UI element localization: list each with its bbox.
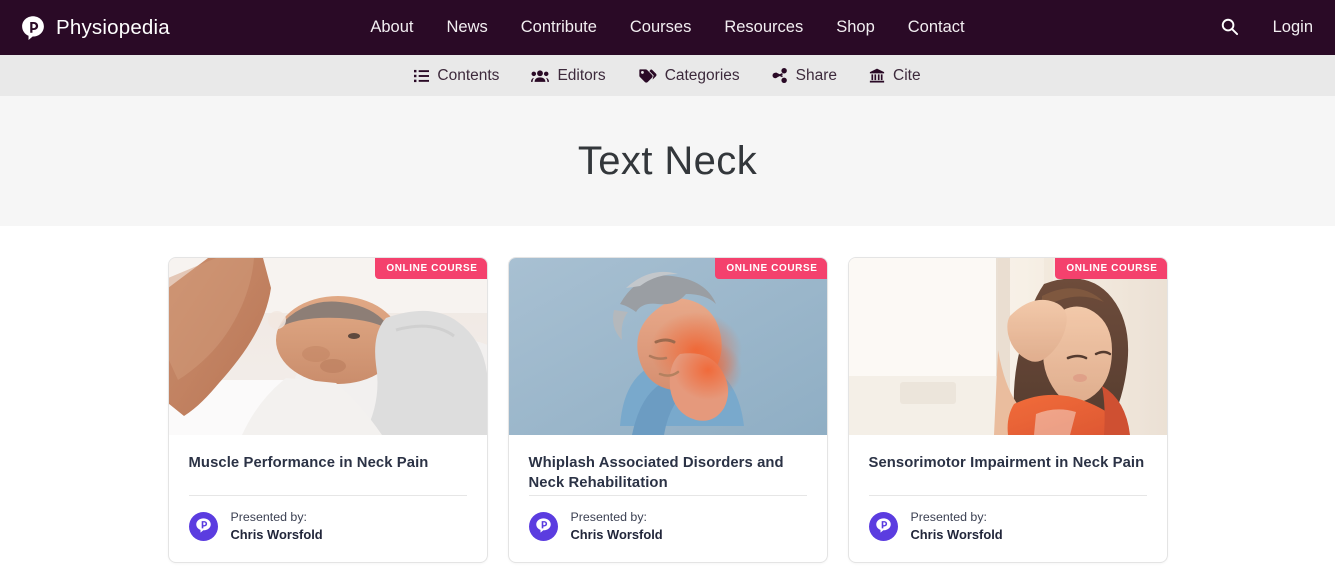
presented-by-label: Presented by: bbox=[570, 510, 647, 525]
course-cards-region: ONLINE COURSE Muscle Performance in Neck… bbox=[0, 226, 1335, 572]
login-link[interactable]: Login bbox=[1273, 18, 1313, 37]
hero-section: Text Neck bbox=[0, 96, 1335, 226]
course-card-image: ONLINE COURSE bbox=[848, 258, 1167, 435]
nav-item-resources[interactable]: Resources bbox=[724, 18, 803, 37]
presenter-text: Presented by: Chris Worsfold bbox=[911, 509, 1003, 544]
sub-nav-label-share: Share bbox=[795, 66, 838, 84]
brand-name: Physiopedia bbox=[56, 15, 170, 39]
course-card-image: ONLINE COURSE bbox=[508, 258, 827, 435]
presenter-name: Chris Worsfold bbox=[230, 527, 323, 543]
course-card-title: Sensorimotor Impairment in Neck Pain bbox=[868, 455, 1145, 471]
sub-nav-item-share[interactable]: Share bbox=[772, 67, 837, 85]
presenter-text: Presented by: Chris Worsfold bbox=[571, 509, 663, 544]
search-icon bbox=[1220, 17, 1239, 39]
course-card-body: Muscle Performance in Neck Pain Presente… bbox=[169, 435, 487, 562]
list-icon bbox=[414, 69, 430, 83]
search-button[interactable] bbox=[1220, 17, 1239, 39]
online-course-badge: ONLINE COURSE bbox=[715, 258, 827, 279]
sub-nav-item-editors[interactable]: Editors bbox=[531, 66, 606, 85]
course-card[interactable]: ONLINE COURSE Muscle Performance in Neck… bbox=[167, 257, 488, 563]
physiopedia-speech-bubble-p-icon bbox=[20, 15, 46, 41]
presenter-name: Chris Worsfold bbox=[910, 527, 1003, 543]
bank-icon bbox=[869, 68, 885, 83]
sub-nav-item-categories[interactable]: Categories bbox=[638, 67, 740, 85]
course-presenter: Presented by: Chris Worsfold bbox=[188, 496, 467, 562]
sub-nav-label-contents: Contents bbox=[437, 66, 500, 84]
nav-item-about[interactable]: About bbox=[370, 18, 413, 37]
top-header: Physiopedia About News Contribute Course… bbox=[0, 0, 1335, 55]
sub-nav-label-cite: Cite bbox=[893, 66, 921, 84]
course-presenter: Presented by: Chris Worsfold bbox=[528, 496, 807, 562]
tag-icon bbox=[638, 68, 657, 83]
users-icon bbox=[531, 69, 550, 83]
physiopedia-avatar-icon bbox=[188, 512, 218, 542]
course-card-body: Whiplash Associated Disorders and Neck R… bbox=[509, 435, 827, 562]
course-presenter: Presented by: Chris Worsfold bbox=[868, 496, 1147, 562]
brand-logo-link[interactable]: Physiopedia bbox=[0, 15, 170, 41]
nav-item-contribute[interactable]: Contribute bbox=[521, 18, 597, 37]
header-right-actions: Login bbox=[1220, 17, 1313, 39]
sub-nav-label-categories: Categories bbox=[664, 66, 740, 84]
course-card[interactable]: ONLINE COURSE Sensorimotor Impairment in… bbox=[847, 257, 1168, 563]
nav-item-contact[interactable]: Contact bbox=[908, 18, 965, 37]
physiopedia-avatar-icon bbox=[868, 512, 898, 542]
main-navigation: About News Contribute Courses Resources … bbox=[370, 18, 964, 37]
course-card-title: Whiplash Associated Disorders and Neck R… bbox=[528, 455, 784, 492]
course-card-image: ONLINE COURSE bbox=[168, 258, 487, 435]
nav-item-news[interactable]: News bbox=[446, 18, 487, 37]
presenter-text: Presented by: Chris Worsfold bbox=[231, 509, 323, 544]
sub-nav-label-editors: Editors bbox=[557, 66, 606, 84]
physiopedia-avatar-icon bbox=[528, 512, 558, 542]
sub-nav-item-cite[interactable]: Cite bbox=[869, 67, 921, 85]
nav-item-courses[interactable]: Courses bbox=[630, 18, 691, 37]
presenter-name: Chris Worsfold bbox=[570, 527, 663, 543]
course-card[interactable]: ONLINE COURSE Whiplash Associated Disord… bbox=[507, 257, 828, 563]
course-card-title: Muscle Performance in Neck Pain bbox=[188, 455, 429, 471]
sub-nav-item-contents[interactable]: Contents bbox=[414, 67, 499, 85]
page-title: Text Neck bbox=[577, 138, 758, 183]
article-sub-navigation: Contents Editors Categories Share Cite bbox=[0, 55, 1335, 96]
presented-by-label: Presented by: bbox=[910, 510, 987, 525]
nav-item-shop[interactable]: Shop bbox=[836, 18, 875, 37]
presented-by-label: Presented by: bbox=[230, 510, 307, 525]
course-card-body: Sensorimotor Impairment in Neck Pain Pre… bbox=[849, 435, 1167, 562]
share-icon bbox=[772, 68, 788, 83]
online-course-badge: ONLINE COURSE bbox=[1055, 258, 1167, 279]
online-course-badge: ONLINE COURSE bbox=[375, 258, 487, 279]
